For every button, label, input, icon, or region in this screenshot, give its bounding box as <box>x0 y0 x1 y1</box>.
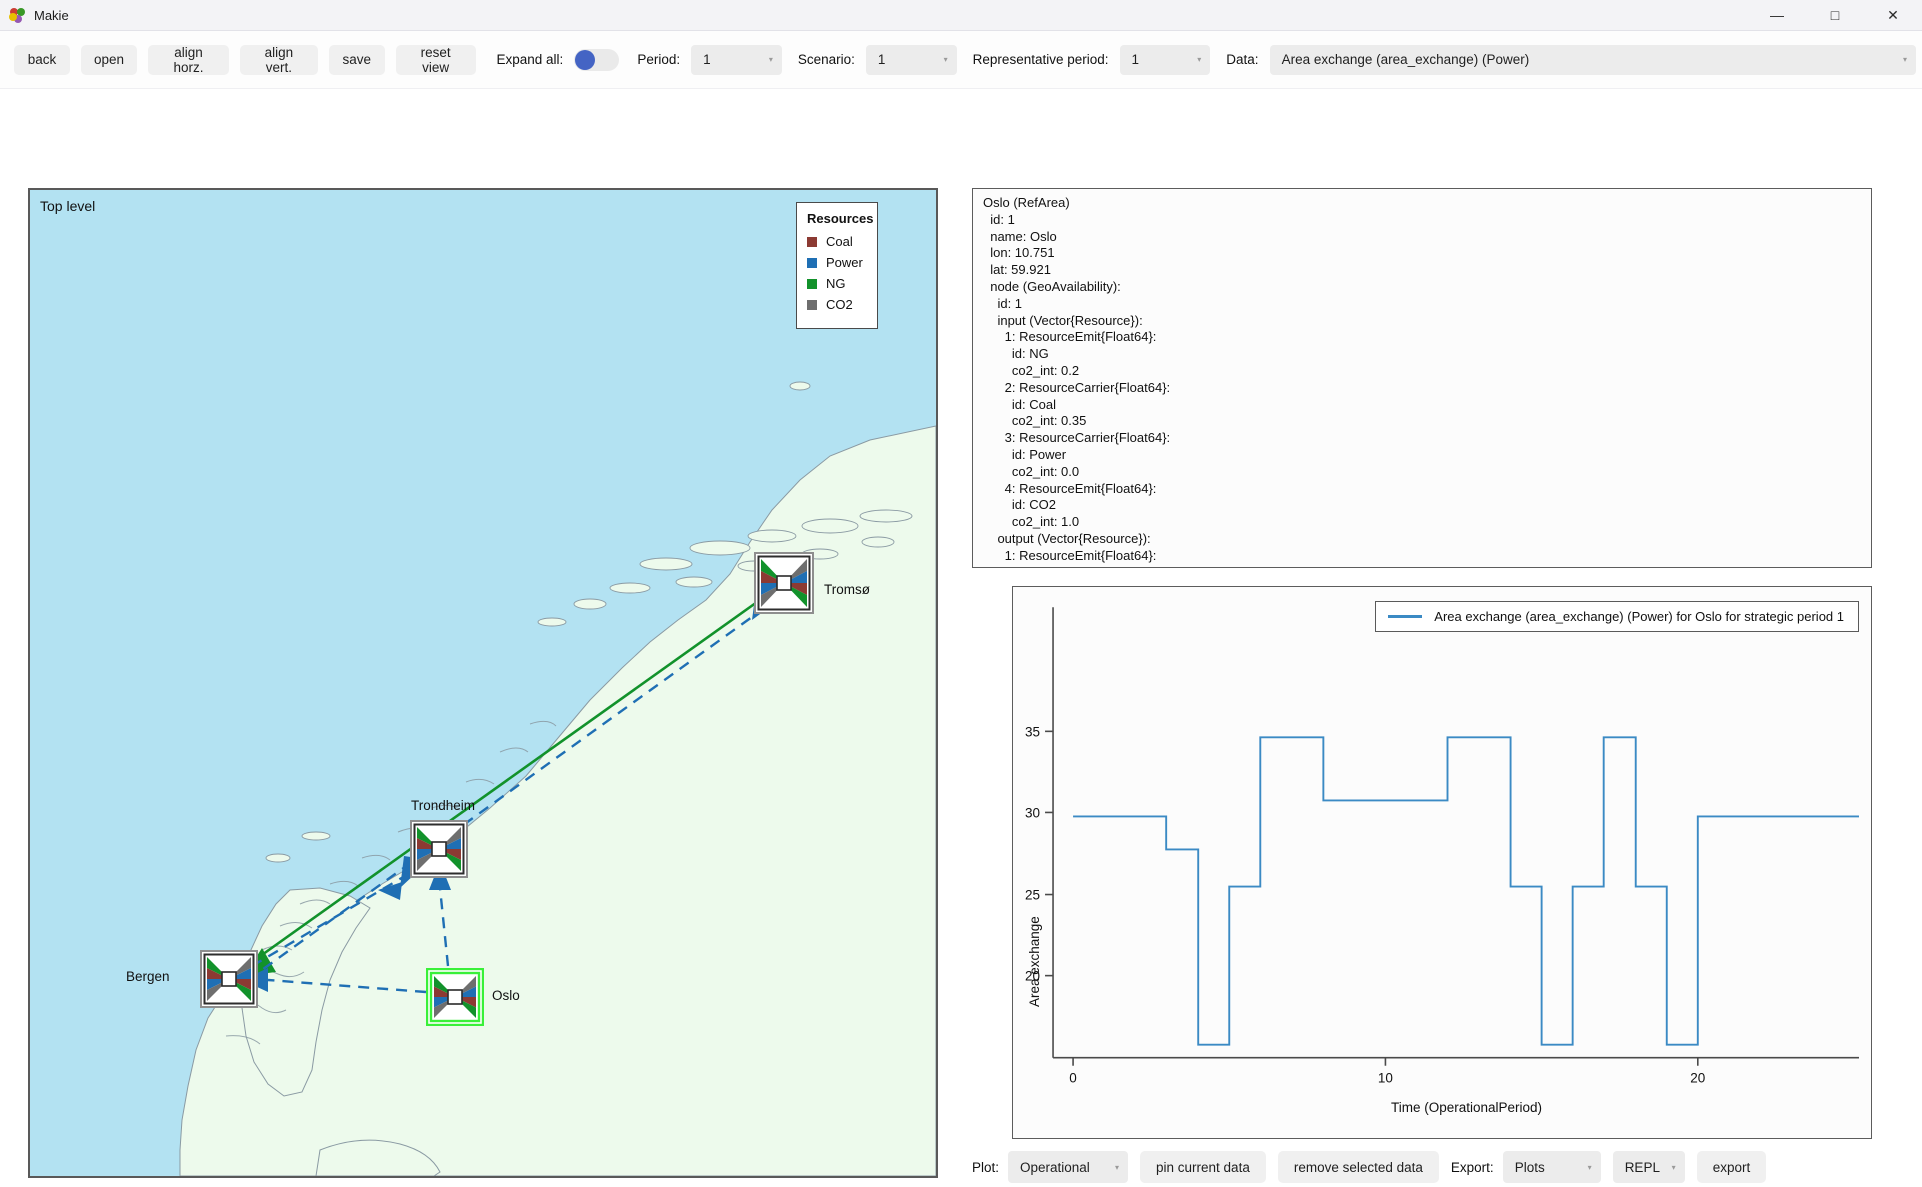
map-graphic <box>30 190 936 1176</box>
plot-type-value: Operational <box>1020 1160 1090 1175</box>
info-text: Oslo (RefArea) id: 1 name: Oslo lon: 10.… <box>973 189 1871 568</box>
chevron-down-icon: ▾ <box>1672 1163 1676 1172</box>
export-target-value: Plots <box>1515 1160 1545 1175</box>
content-area: Top level Resources Coal Power NG CO2 <box>0 89 1922 1113</box>
period-dropdown[interactable]: 1 ▾ <box>691 45 782 75</box>
coal-swatch-icon <box>807 237 817 247</box>
data-value: Area exchange (area_exchange) (Power) <box>1282 52 1530 67</box>
y-tick-30: 30 <box>1025 805 1040 820</box>
plot-canvas: 20 25 30 35 0 10 20 <box>1013 587 1871 1138</box>
maximize-button[interactable]: □ <box>1806 0 1864 30</box>
y-tick-35: 35 <box>1025 724 1040 739</box>
node-oslo[interactable] <box>426 968 484 1026</box>
legend-title: Resources <box>807 211 867 226</box>
plot-controls-bar: Plot: Operational ▾ pin current data rem… <box>972 1147 1902 1187</box>
legend-label: Power <box>826 255 863 270</box>
align-vert-button[interactable]: align vert. <box>240 45 318 75</box>
node-label-oslo: Oslo <box>492 988 520 1003</box>
minimize-button[interactable]: — <box>1748 0 1806 30</box>
export-button[interactable]: export <box>1697 1151 1767 1183</box>
plot-type-dropdown[interactable]: Operational ▾ <box>1008 1151 1128 1183</box>
expand-all-toggle[interactable] <box>574 49 619 71</box>
export-target-dropdown[interactable]: Plots ▾ <box>1503 1151 1601 1183</box>
data-dropdown[interactable]: Area exchange (area_exchange) (Power) ▾ <box>1270 45 1916 75</box>
x-tick-20: 20 <box>1690 1071 1705 1086</box>
legend-label: NG <box>826 276 846 291</box>
chevron-down-icon: ▾ <box>769 55 773 64</box>
title-bar: Makie — □ ✕ <box>0 0 1922 31</box>
node-label-tromso: Tromsø <box>824 582 870 597</box>
plot-label: Plot: <box>972 1160 999 1175</box>
legend-item-ng: NG <box>807 276 867 291</box>
remove-selected-data-button[interactable]: remove selected data <box>1278 1151 1439 1183</box>
power-swatch-icon <box>807 258 817 268</box>
window-title: Makie <box>34 8 69 23</box>
node-label-trondheim: Trondheim <box>411 798 475 813</box>
map-panel[interactable]: Top level Resources Coal Power NG CO2 <box>28 188 938 1178</box>
pin-current-data-button[interactable]: pin current data <box>1140 1151 1266 1183</box>
representative-period-label: Representative period: <box>973 52 1109 67</box>
legend-item-power: Power <box>807 255 867 270</box>
chevron-down-icon: ▾ <box>1197 55 1201 64</box>
save-button[interactable]: save <box>329 45 385 75</box>
close-button[interactable]: ✕ <box>1864 0 1922 30</box>
toolbar: back open align horz. align vert. save r… <box>0 31 1922 89</box>
info-panel[interactable]: Oslo (RefArea) id: 1 name: Oslo lon: 10.… <box>972 188 1872 568</box>
x-tick-10: 10 <box>1378 1071 1393 1086</box>
ng-swatch-icon <box>807 279 817 289</box>
map-title: Top level <box>40 198 95 214</box>
scenario-dropdown[interactable]: 1 ▾ <box>866 45 957 75</box>
legend-label: Coal <box>826 234 853 249</box>
period-value: 1 <box>703 52 711 67</box>
legend-item-co2: CO2 <box>807 297 867 312</box>
export-label: Export: <box>1451 1160 1494 1175</box>
representative-period-dropdown[interactable]: 1 ▾ <box>1120 45 1211 75</box>
legend-item-coal: Coal <box>807 234 867 249</box>
chevron-down-icon: ▾ <box>944 55 948 64</box>
plot-legend: Area exchange (area_exchange) (Power) fo… <box>1375 601 1859 632</box>
chevron-down-icon: ▾ <box>1115 1163 1119 1172</box>
legend-label: CO2 <box>826 297 853 312</box>
julia-logo-icon <box>10 7 26 23</box>
reset-view-button[interactable]: reset view <box>396 45 476 75</box>
node-tromso[interactable] <box>754 552 814 614</box>
x-axis-label: Time (OperationalPeriod) <box>1391 1100 1542 1115</box>
node-bergen[interactable] <box>200 950 258 1008</box>
window-controls: — □ ✕ <box>1748 0 1922 30</box>
x-tick-0: 0 <box>1069 1071 1077 1086</box>
co2-swatch-icon <box>807 300 817 310</box>
repl-value: REPL <box>1625 1160 1660 1175</box>
chevron-down-icon: ▾ <box>1588 1163 1592 1172</box>
repl-dropdown[interactable]: REPL ▾ <box>1613 1151 1685 1183</box>
align-horz-button[interactable]: align horz. <box>148 45 229 75</box>
data-label: Data: <box>1226 52 1258 67</box>
plot-legend-label: Area exchange (area_exchange) (Power) fo… <box>1434 609 1844 624</box>
scenario-label: Scenario: <box>798 52 855 67</box>
resources-legend: Resources Coal Power NG CO2 <box>796 202 878 329</box>
chevron-down-icon: ▾ <box>1903 55 1907 64</box>
y-tick-25: 25 <box>1025 888 1040 903</box>
node-label-bergen: Bergen <box>126 969 170 984</box>
y-axis-label: Area exchange <box>1027 916 1042 1007</box>
node-trondheim[interactable] <box>410 820 468 878</box>
series-line-icon <box>1388 615 1422 617</box>
scenario-value: 1 <box>878 52 886 67</box>
period-label: Period: <box>637 52 680 67</box>
open-button[interactable]: open <box>81 45 137 75</box>
plot-panel[interactable]: 20 25 30 35 0 10 20 Area exchange (area_ <box>1012 586 1872 1139</box>
expand-all-label: Expand all: <box>497 52 564 67</box>
back-button[interactable]: back <box>14 45 70 75</box>
representative-period-value: 1 <box>1132 52 1140 67</box>
